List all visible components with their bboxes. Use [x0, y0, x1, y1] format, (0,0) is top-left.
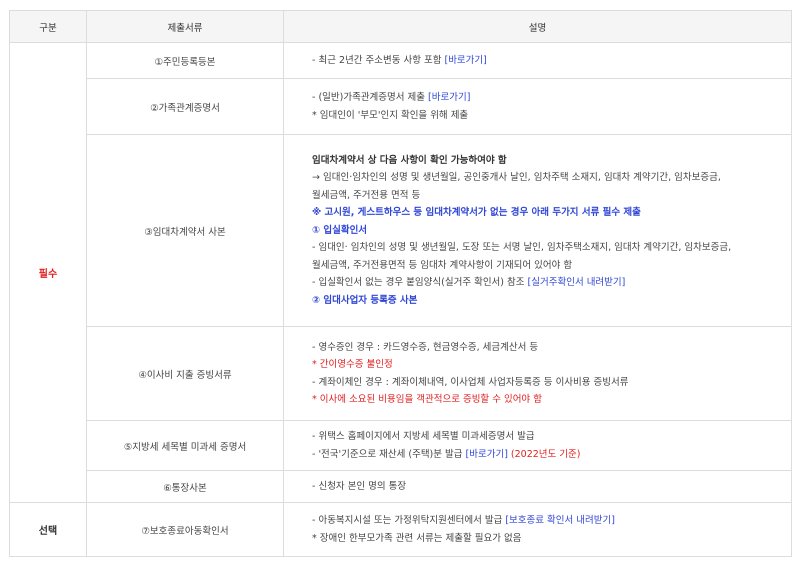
desc-text: - (일반)가족관계증명서 제출	[312, 92, 429, 103]
table-row: ③임대차계약서 사본 임대차계약서 상 다음 사항이 확인 가능하여야 함 → …	[10, 134, 792, 327]
desc-notice: ※ 고시원, 게스트하우스 등 임대차계약서가 없는 경우 아래 두가지 서류 …	[312, 207, 641, 219]
protection-end-download-link[interactable]: [보호종료 확인서 내려받기]	[505, 515, 615, 526]
desc-text: - 영수증인 경우 : 카드영수증, 현금영수증, 세금계산서 등	[312, 341, 539, 353]
desc-text: 월세금액, 주거전용면적 등 임대차 계약사항이 기재되어 있어야 함	[312, 259, 573, 271]
desc-text: - 최근 2년간 주소변동 사항 포함	[312, 54, 445, 66]
table-row: ②가족관계증명서 - (일반)가족관계증명서 제출 [바로가기] * 임대인이 …	[10, 78, 792, 135]
desc-warning: * 이사에 소요된 비용임을 객관적으로 증빙할 수 있어야 함	[312, 394, 542, 405]
desc-text: → 임대인·임차인의 성명 및 생년월일, 공인중개사 날인, 임차주택 소재지…	[312, 172, 721, 184]
required-documents-table: 구분 제출서류 설명 필수 ①주민등록등본 - 최근 2년간 주소변동 사항 포…	[9, 10, 792, 557]
desc-note: * 장애인 한부모가족 관련 서류는 제출할 필요가 없음	[312, 532, 522, 544]
table-row: ⑥통장사본 - 신청자 본인 명의 통장	[10, 470, 792, 503]
desc-moving-expense: - 영수증인 경우 : 카드영수증, 현금영수증, 세금계산서 등 * 간이영수…	[283, 326, 792, 421]
header-category: 구분	[9, 10, 87, 43]
desc-note: * 임대인이 '부모'인지 확인을 위해 제출	[312, 109, 469, 121]
table-header-row: 구분 제출서류 설명	[9, 10, 792, 43]
shortcut-link[interactable]: [바로가기]	[466, 449, 508, 460]
desc-warning: * 간이영수증 불인정	[312, 359, 393, 370]
desc-protection-end-certificate: - 아동복지시설 또는 가정위탁지원센터에서 발급 [보호종료 확인서 내려받기…	[283, 502, 792, 557]
desc-resident-registration: - 최근 2년간 주소변동 사항 포함 [바로가기]	[283, 42, 792, 79]
desc-subheading: ① 입실확인서	[312, 224, 368, 236]
desc-lease-contract: 임대차계약서 상 다음 사항이 확인 가능하여야 함 → 임대인·임차인의 성명…	[283, 134, 792, 327]
category-optional: 선택	[9, 502, 87, 557]
desc-text: - 입실확인서 없는 경우 붙임양식(실거주 확인서) 참조	[312, 277, 528, 289]
shortcut-link[interactable]: [바로가기]	[444, 55, 486, 66]
doc-resident-registration: ①주민등록등본	[86, 42, 284, 79]
desc-local-tax-certificate: - 위택스 홈페이지에서 지방세 세목별 미과세증명서 발급 - '전국'기준으…	[283, 420, 792, 471]
doc-bankbook-copy: ⑥통장사본	[86, 470, 284, 503]
desc-text: - 아동복지시설 또는 가정위탁지원센터에서 발급	[312, 515, 506, 526]
desc-text: 월세금액, 주거전용 면적 등	[312, 189, 421, 201]
header-documents: 제출서류	[86, 10, 284, 43]
desc-family-relation: - (일반)가족관계증명서 제출 [바로가기] * 임대인이 '부모'인지 확인…	[283, 78, 792, 135]
desc-subheading: ② 임대사업자 등록증 사본	[312, 294, 418, 306]
shortcut-link[interactable]: [바로가기]	[428, 92, 470, 103]
doc-moving-expense: ④이사비 지출 증빙서류	[86, 326, 284, 421]
category-required: 필수	[9, 42, 87, 503]
residence-confirmation-download-link[interactable]: [실거주확인서 내려받기]	[528, 277, 626, 288]
table-row: ④이사비 지출 증빙서류 - 영수증인 경우 : 카드영수증, 현금영수증, 세…	[10, 326, 792, 421]
desc-heading: 임대차계약서 상 다음 사항이 확인 가능하여야 함	[312, 154, 507, 166]
desc-bankbook-copy: - 신청자 본인 명의 통장	[283, 470, 792, 503]
table-row: ⑤지방세 세목별 미과세 증명서 - 위택스 홈페이지에서 지방세 세목별 미과…	[10, 420, 792, 471]
table-row: 선택 ⑦보호종료아동확인서 - 아동복지시설 또는 가정위탁지원센터에서 발급 …	[9, 502, 792, 557]
table-row: 필수 ①주민등록등본 - 최근 2년간 주소변동 사항 포함 [바로가기]	[9, 42, 792, 503]
desc-text: - 임대인· 임차인의 성명 및 생년월일, 도장 또는 서명 날인, 임차주택…	[312, 242, 732, 254]
header-description: 설명	[283, 10, 792, 43]
desc-text: - 위택스 홈페이지에서 지방세 세목별 미과세증명서 발급	[312, 431, 535, 442]
desc-year-note: (2022년도 기준)	[507, 448, 581, 460]
desc-text: - 계좌이체인 경우 : 계좌이체내역, 이사업체 사업자등록증 등 이사비용 …	[312, 376, 629, 388]
doc-local-tax-certificate: ⑤지방세 세목별 미과세 증명서	[86, 420, 284, 471]
doc-protection-end-certificate: ⑦보호종료아동확인서	[86, 502, 284, 557]
desc-text: - '전국'기준으로 재산세 (주택)분 발급	[312, 448, 466, 460]
doc-family-relation: ②가족관계증명서	[86, 78, 284, 135]
doc-lease-contract: ③임대차계약서 사본	[86, 134, 284, 327]
desc-text: - 신청자 본인 명의 통장	[312, 480, 407, 492]
